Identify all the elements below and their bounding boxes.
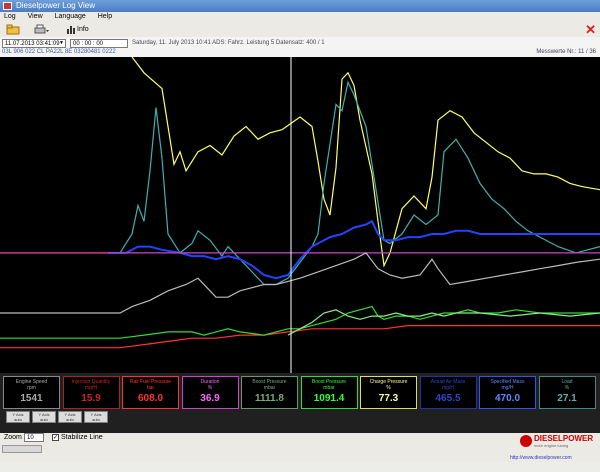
chart-button-label: Info: [77, 26, 89, 33]
series-line-1: [0, 80, 600, 286]
gauge-value: 27.1: [557, 393, 577, 404]
gauge-6[interactable]: Charge Pressure% 77.3: [360, 376, 417, 409]
status-strip: [0, 462, 600, 472]
chart-canvas[interactable]: [0, 57, 600, 373]
logo-mark: [520, 435, 532, 447]
log-select-value: 11.07.2013 03:41:09: [5, 41, 60, 47]
gauge-value: 465.5: [435, 393, 461, 404]
time-field-value: 00 : 00 : 00: [73, 41, 104, 47]
gauge-value: 1091.4: [313, 393, 345, 404]
log-header-text: Saturday, 11. July 2013 10:41 ADS: Fahrz…: [132, 40, 325, 46]
app-icon: [3, 2, 12, 10]
gauge-8[interactable]: Specified Mass mg/H 470.0: [479, 376, 536, 409]
title-bar: Dieselpower Log View: [0, 0, 600, 12]
menu-bar: Log View Language Help: [0, 12, 600, 22]
time-field[interactable]: 00 : 00 : 00: [70, 39, 128, 48]
gauge-panel: Engine Speed rpm 1541 Injection Quantity mg/…: [0, 373, 600, 433]
ecu-info-text: 03L 906 022 CL PA22L 8E 03280481 0222: [2, 49, 116, 55]
gauge-9[interactable]: Load% 27.1: [538, 376, 596, 409]
print-button[interactable]: [34, 24, 50, 35]
gauge-label: Load%: [561, 379, 573, 391]
gauge-label: Engine Speed rpm: [15, 379, 48, 391]
zoom-value: 10: [27, 435, 34, 441]
website-link[interactable]: http://www.dieselpower.com: [510, 455, 572, 461]
gauge-label: Rail Fuel Pressure bar: [129, 379, 172, 391]
axis-button-1[interactable]: Y Axis auto: [32, 411, 56, 423]
gauge-0[interactable]: Engine Speed rpm 1541: [3, 376, 60, 409]
stabilize-label: Stabilize Line: [61, 434, 103, 441]
info-bar: 11.07.2013 03:41:09 ▼ 00 : 00 : 00 Satur…: [0, 37, 600, 58]
gauge-value: 36.9: [200, 393, 220, 404]
chart-button[interactable]: Info: [66, 24, 89, 35]
series-line-7: [0, 305, 600, 339]
gauge-value: 77.3: [378, 393, 399, 404]
menu-language[interactable]: Language: [55, 13, 86, 20]
log-chart[interactable]: [0, 57, 600, 373]
gauge-2[interactable]: Rail Fuel Pressure bar 608.0: [122, 376, 179, 409]
horizontal-scrollbar[interactable]: [2, 445, 42, 453]
gauge-7[interactable]: Actual Air Mass mg/H 465.5: [419, 376, 477, 409]
zoom-input[interactable]: 10: [24, 433, 44, 442]
print-icon: [34, 24, 49, 34]
gauge-value: 470.0: [494, 393, 521, 404]
gauge-label: Boost Pressure mbar: [252, 379, 287, 391]
gauge-label: Injection Quantity mg/H: [71, 379, 111, 391]
gauge-label: Charge Pressure%: [369, 379, 408, 391]
window-title: Dieselpower Log View: [16, 1, 96, 10]
series-line-2: [0, 219, 600, 280]
toolbar: Info ✕: [0, 22, 600, 38]
chevron-down-icon: ▼: [59, 40, 64, 46]
gauge-value: 608.0: [137, 393, 164, 404]
axis-button-2[interactable]: Y Axis auto: [58, 411, 82, 423]
gauge-3[interactable]: Duration% 36.9: [181, 376, 239, 409]
open-folder-button[interactable]: [6, 24, 20, 35]
gauge-value: 15.9: [81, 393, 101, 404]
chart-icon: [67, 26, 75, 34]
stabilize-checkbox[interactable]: ✓: [52, 434, 59, 441]
record-info-text: Messwerte Nr.: 11 / 36: [536, 49, 596, 55]
gauge-label: Actual Air Mass mg/H: [430, 379, 466, 391]
axis-button-3[interactable]: Y Axis auto: [84, 411, 108, 423]
log-select[interactable]: 11.07.2013 03:41:09 ▼: [2, 39, 66, 48]
gauge-value: 1541: [20, 393, 43, 404]
menu-help[interactable]: Help: [98, 13, 112, 20]
gauge-label: Boost Pressure mbar: [311, 379, 347, 391]
gauge-value: 1111.8: [255, 393, 284, 404]
menu-view[interactable]: View: [28, 13, 43, 20]
gauge-1[interactable]: Injection Quantity mg/H 15.9: [62, 376, 120, 409]
axis-button-0[interactable]: Y Axis auto: [6, 411, 30, 423]
close-icon[interactable]: ✕: [585, 23, 596, 36]
folder-icon: [6, 24, 20, 35]
menu-log[interactable]: Log: [4, 13, 16, 20]
dieselpower-logo: DIESELPOWER more engine tuning: [520, 433, 596, 451]
logo-text: DIESELPOWER: [534, 434, 594, 443]
logo-subtext: more engine tuning: [534, 443, 569, 448]
gauge-4[interactable]: Boost Pressure mbar 1111.8: [241, 376, 298, 409]
gauge-label: Specified Mass mg/H: [490, 379, 525, 391]
zoom-label: Zoom: [4, 434, 22, 441]
gauge-label: Duration%: [200, 379, 220, 391]
gauge-5[interactable]: Boost Pressure mbar 1091.4: [300, 376, 358, 409]
